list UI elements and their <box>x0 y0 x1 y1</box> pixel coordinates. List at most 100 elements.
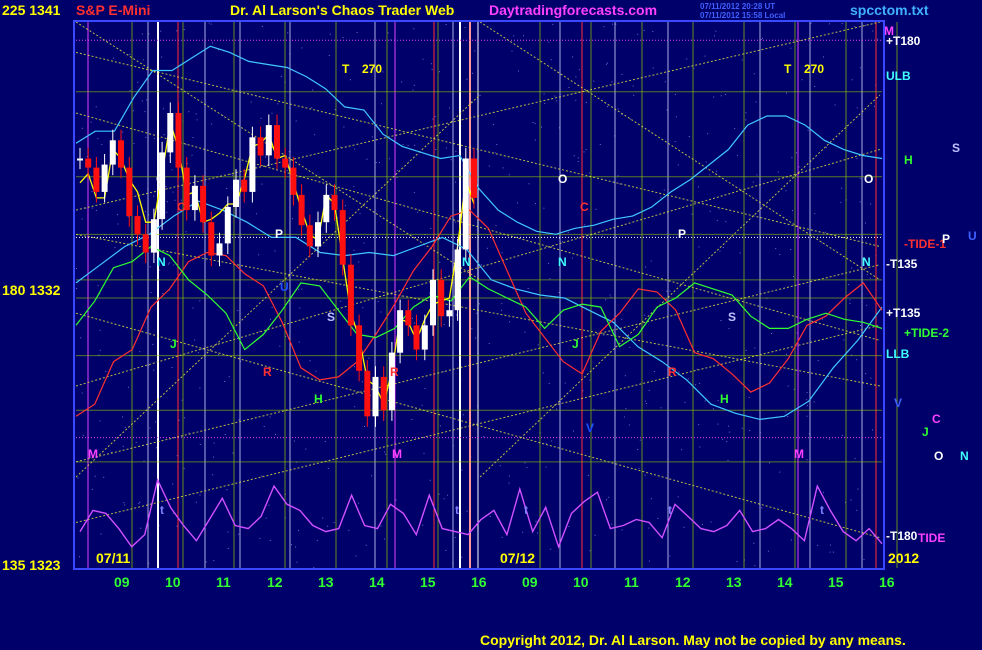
star <box>292 218 293 220</box>
right-label: +TIDE-2 <box>904 326 949 340</box>
chart-label: S <box>327 310 335 324</box>
star <box>368 357 370 359</box>
star <box>261 26 263 27</box>
star <box>97 285 99 287</box>
star <box>443 324 445 326</box>
star <box>516 202 518 204</box>
star <box>438 493 440 495</box>
star <box>552 23 554 25</box>
star <box>712 408 714 410</box>
star <box>260 117 262 119</box>
star <box>779 253 781 255</box>
star <box>353 249 355 251</box>
chart-label: t <box>820 503 824 517</box>
star <box>166 201 168 203</box>
price-bar-body <box>372 376 379 417</box>
star <box>269 416 271 418</box>
star <box>211 123 213 125</box>
chart-label: T <box>342 62 350 76</box>
star <box>857 488 859 490</box>
star <box>841 23 843 24</box>
star <box>859 201 861 203</box>
star <box>150 292 152 294</box>
star <box>149 427 151 429</box>
star <box>466 510 468 512</box>
star <box>424 388 426 390</box>
star <box>754 565 756 567</box>
star <box>821 318 823 320</box>
price-bar-body <box>265 125 272 156</box>
star <box>524 462 526 464</box>
star <box>445 550 447 551</box>
price-bar-body <box>421 325 428 350</box>
star <box>870 377 872 379</box>
star <box>786 353 787 355</box>
star <box>145 136 147 138</box>
star <box>611 81 613 83</box>
right-label: -T135 <box>886 257 918 271</box>
star <box>213 442 215 444</box>
star <box>365 544 367 546</box>
star <box>232 174 234 176</box>
star <box>489 516 491 517</box>
star <box>163 134 165 136</box>
star <box>155 447 157 449</box>
star <box>785 190 787 192</box>
star <box>455 181 456 183</box>
star <box>573 430 574 432</box>
star <box>540 126 542 128</box>
chaos-chart: T 270 T 270O O OC CP PN N N NS SUJ JR R RH HM M MVt t t t tM+… <box>0 0 982 650</box>
star <box>632 85 634 87</box>
star <box>798 166 800 168</box>
star <box>493 124 494 126</box>
star <box>716 220 718 222</box>
star <box>633 94 635 96</box>
star <box>834 104 836 106</box>
star <box>877 38 879 40</box>
star <box>508 475 510 477</box>
star <box>171 367 173 368</box>
star <box>817 544 819 546</box>
star <box>856 359 858 361</box>
right-label: ULB <box>886 69 911 83</box>
hour-tick-label: 14 <box>777 574 793 590</box>
price-bar-body <box>462 158 469 250</box>
star <box>869 277 871 279</box>
star <box>472 72 473 74</box>
hour-tick-label: 09 <box>522 574 538 590</box>
star <box>568 87 570 88</box>
star <box>704 55 706 57</box>
star <box>330 193 332 195</box>
star <box>621 529 623 531</box>
chart-label: N <box>558 255 567 269</box>
star <box>543 93 545 95</box>
hour-tick-label: 10 <box>573 574 589 590</box>
star <box>777 171 779 173</box>
star <box>183 467 185 469</box>
star <box>133 143 135 145</box>
star <box>375 162 377 164</box>
star <box>81 392 83 394</box>
star <box>644 474 646 476</box>
star <box>168 263 170 265</box>
star <box>648 527 650 529</box>
star <box>813 401 815 403</box>
star <box>583 151 585 153</box>
star <box>311 107 313 109</box>
chart-label: t <box>524 503 528 517</box>
hour-tick-label: 15 <box>420 574 436 590</box>
star <box>823 491 824 493</box>
star <box>97 138 99 140</box>
star <box>100 533 102 535</box>
star <box>449 107 450 109</box>
star <box>412 89 414 91</box>
star <box>401 295 403 297</box>
star <box>528 183 530 185</box>
star <box>705 161 707 163</box>
star <box>396 169 398 171</box>
star <box>709 174 711 176</box>
hour-tick-label: 11 <box>624 574 639 590</box>
star <box>286 170 288 172</box>
star <box>639 439 641 441</box>
star <box>717 423 719 425</box>
